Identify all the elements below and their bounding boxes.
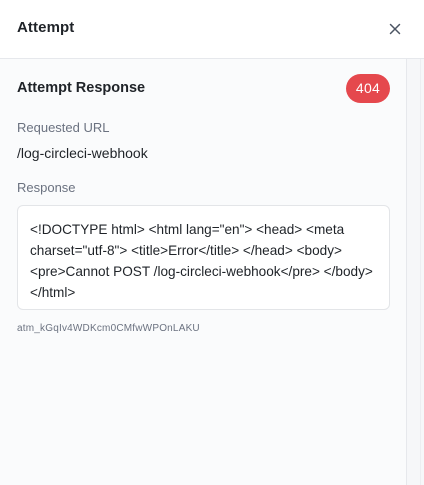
panel-header: Attempt [0,0,424,59]
attempt-id: atm_kGqIv4WDKcm0CMfwWPOnLAKU [17,323,200,334]
attempt-panel: Attempt Attempt Response 404 Requested U… [0,0,424,485]
close-button[interactable] [383,17,407,41]
panel-body: Attempt Response 404 Requested URL /log-… [0,59,424,485]
requested-url-label: Requested URL [17,120,110,135]
response-box[interactable]: <!DOCTYPE html> <html lang="en"> <head> … [17,205,390,310]
response-body: <!DOCTYPE html> <html lang="en"> <head> … [30,222,373,300]
attempt-response-heading: Attempt Response [17,80,146,96]
panel-title: Attempt [17,19,75,36]
response-label: Response [17,180,76,195]
requested-url-value: /log-circleci-webhook [17,145,148,161]
scrollbar-track[interactable] [407,59,424,485]
status-badge: 404 [346,74,390,103]
scrollbar-edge [420,59,421,485]
attempt-content: Attempt Response 404 Requested URL /log-… [0,59,407,485]
close-icon [389,23,401,35]
